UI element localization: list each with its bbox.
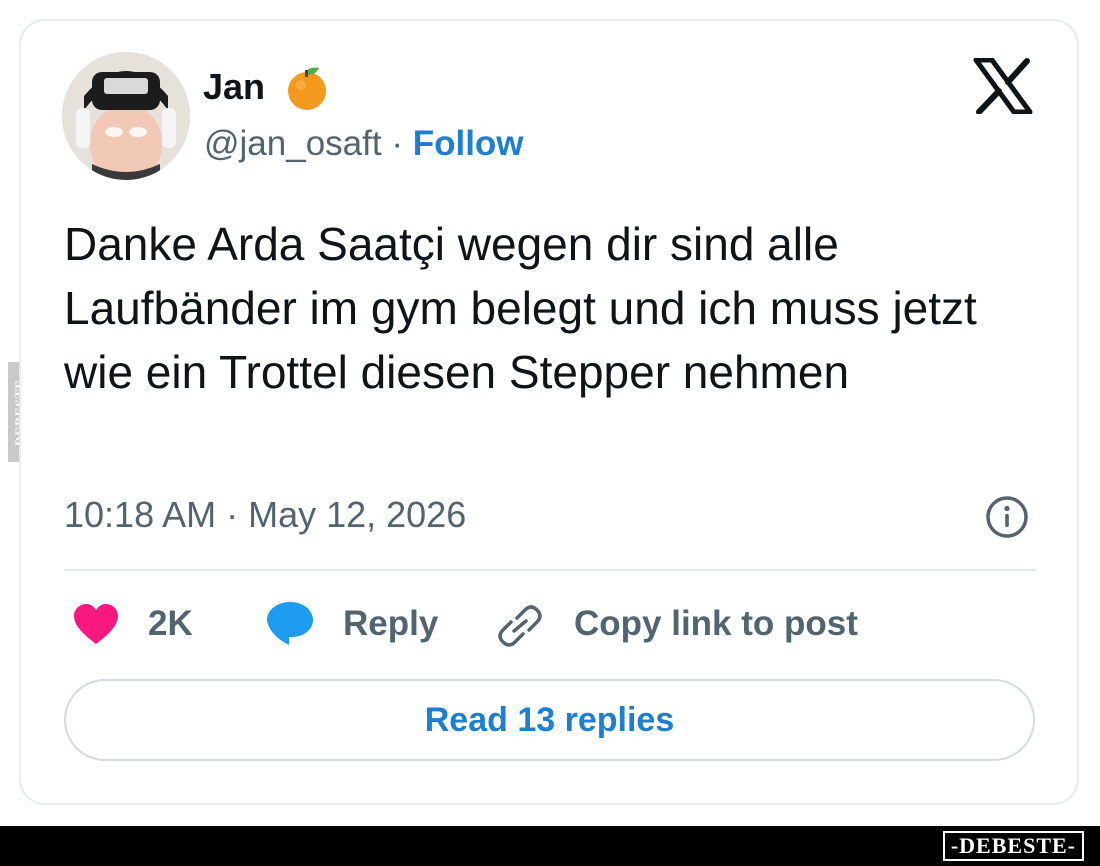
display-name[interactable]: Jan bbox=[203, 66, 265, 108]
tweet-text: Danke Arda Saatçi wegen dir sind alle La… bbox=[64, 218, 977, 398]
divider bbox=[64, 569, 1036, 571]
heart-icon[interactable] bbox=[72, 602, 120, 648]
tweet-timestamp[interactable]: 10:18 AM · May 12, 2026 bbox=[64, 494, 466, 536]
user-handle[interactable]: @jan_osaft bbox=[204, 124, 382, 163]
follow-link[interactable]: Follow bbox=[413, 124, 524, 163]
info-icon[interactable] bbox=[984, 494, 1030, 540]
avatar-photo bbox=[62, 52, 190, 180]
reply-bubble-icon[interactable] bbox=[265, 600, 315, 646]
copy-link-button[interactable]: Copy link to post bbox=[574, 604, 858, 644]
footer-bar: -DEBESTE- bbox=[0, 826, 1100, 866]
orange-emoji-icon bbox=[288, 67, 326, 110]
x-logo-icon[interactable] bbox=[972, 58, 1034, 114]
handle-row: @jan_osaft · Follow bbox=[204, 124, 524, 164]
footer-watermark: -DEBESTE- bbox=[942, 831, 1084, 861]
action-bar: 2K Reply Copy link to post bbox=[0, 596, 1100, 656]
read-replies-label: Read 13 replies bbox=[424, 700, 675, 739]
read-replies-button[interactable]: Read 13 replies bbox=[64, 679, 1035, 761]
avatar[interactable] bbox=[62, 52, 190, 180]
handle-separator: · bbox=[391, 124, 403, 163]
like-count[interactable]: 2K bbox=[148, 604, 193, 644]
link-icon[interactable] bbox=[497, 604, 543, 648]
reply-button[interactable]: Reply bbox=[343, 604, 438, 644]
